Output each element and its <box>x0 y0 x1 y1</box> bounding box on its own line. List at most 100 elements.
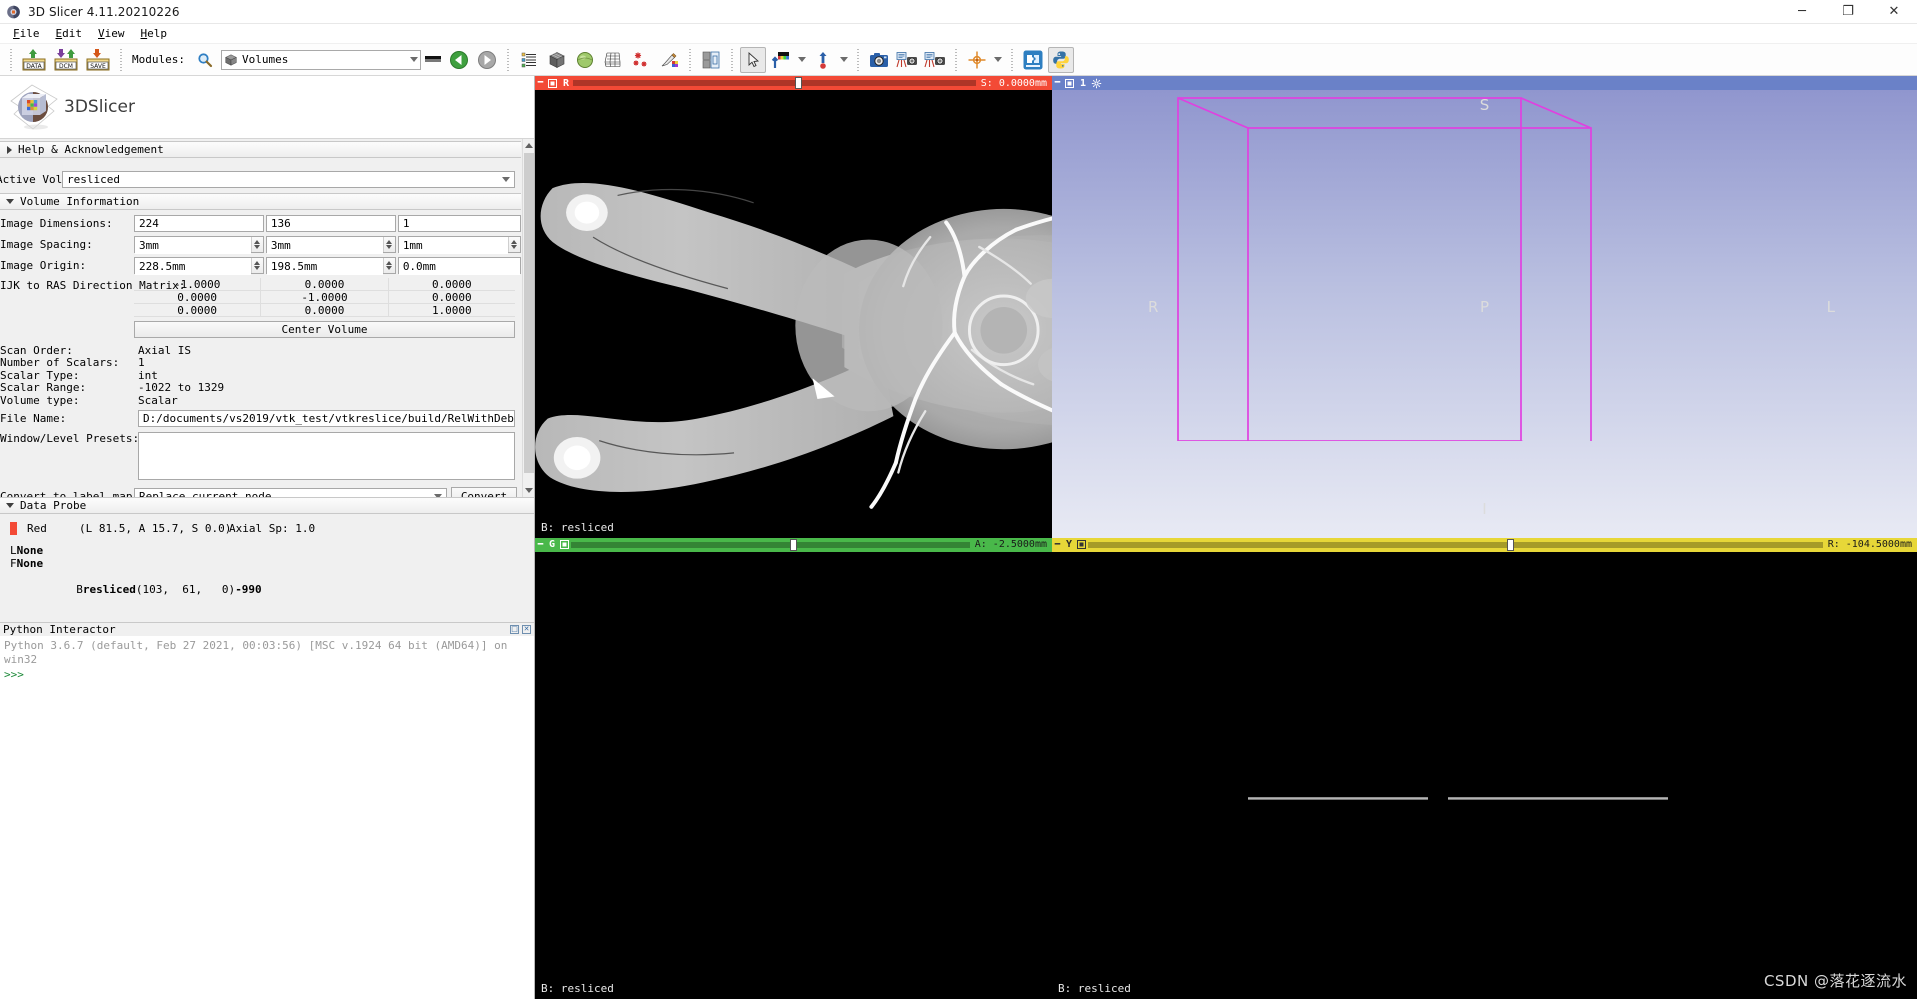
image-dimensions-y[interactable]: 136 <box>265 215 396 232</box>
image-spacing-y-stepper[interactable] <box>382 237 395 252</box>
module-history-back-button[interactable] <box>446 47 472 73</box>
matrix-cell[interactable]: 0.0000 <box>388 278 515 291</box>
segment-editor-button[interactable] <box>656 47 682 73</box>
close-panel-icon[interactable]: ✕ <box>522 624 531 634</box>
image-spacing-x-stepper[interactable] <box>250 237 263 252</box>
volume-rendering-button[interactable] <box>544 47 570 73</box>
green-slice-slider[interactable] <box>571 538 970 552</box>
help-acknowledgement-section[interactable]: Help & Acknowledgement <box>0 141 521 158</box>
maximize-view-icon[interactable] <box>546 78 559 88</box>
center-crosshair-button[interactable] <box>810 47 836 73</box>
yellow-slice-slider[interactable] <box>1088 538 1823 552</box>
image-spacing-z-wrap[interactable]: 1mm <box>397 236 521 254</box>
close-button[interactable]: ✕ <box>1871 0 1917 24</box>
stepper-down-icon <box>254 245 261 249</box>
image-spacing-z-stepper[interactable] <box>507 237 520 252</box>
module-search-icon[interactable] <box>192 47 218 73</box>
threed-view[interactable]: ━ 1 S I R L P <box>1052 76 1917 538</box>
layout-selector-button[interactable] <box>698 47 724 73</box>
convert-to-label-map-combobox[interactable]: Replace current node <box>134 487 447 497</box>
extension-manager-button[interactable] <box>1020 47 1046 73</box>
scroll-down-arrow[interactable] <box>523 483 534 497</box>
transforms-button[interactable] <box>600 47 626 73</box>
models-button[interactable] <box>572 47 598 73</box>
red-slice-view[interactable]: ━ R S: 0.0000mm B: resliced <box>535 76 1052 538</box>
maximize-view-icon[interactable] <box>1075 540 1088 549</box>
crosshair-button[interactable] <box>964 47 990 73</box>
crosshair-dropdown[interactable] <box>991 57 1005 62</box>
module-selector-combobox[interactable]: Volumes <box>220 49 421 70</box>
menu-help[interactable]: Help <box>133 26 176 41</box>
slider-handle[interactable] <box>794 77 802 89</box>
matrix-cell[interactable]: 0.0000 <box>388 291 515 304</box>
maximize-view-icon[interactable] <box>558 540 571 549</box>
yellow-slice-view[interactable]: ━ Y R: -104.5000mm B: resliced CSDN @落花逐… <box>1052 537 1917 999</box>
matrix-cell[interactable]: 0.0000 <box>134 291 262 304</box>
pin-icon[interactable]: ━ <box>1052 540 1063 550</box>
load-data-button[interactable]: DATA <box>19 47 49 73</box>
toolbar-separator-4 <box>688 48 691 71</box>
module-favorites-button[interactable] <box>422 47 444 73</box>
image-spacing-x-wrap[interactable]: 3mm <box>134 236 264 254</box>
image-origin-y-wrap[interactable]: 198.5mm <box>265 257 396 275</box>
scene-views-restore-button[interactable] <box>922 47 948 73</box>
menu-view[interactable]: View <box>90 26 133 41</box>
mouse-mode-pointer-button[interactable] <box>739 46 766 73</box>
image-spacing-y-wrap[interactable]: 3mm <box>265 236 396 254</box>
markups-button[interactable] <box>628 47 654 73</box>
slider-handle[interactable] <box>1506 538 1514 551</box>
convert-button[interactable]: Convert <box>451 487 517 497</box>
volume-information-section[interactable]: Volume Information <box>0 193 521 210</box>
image-origin-x-stepper[interactable] <box>250 258 263 273</box>
active-volume-row: Active Volume resliced <box>0 168 521 190</box>
module-history-forward-button[interactable] <box>474 47 500 73</box>
image-dimensions-z[interactable]: 1 <box>397 215 521 232</box>
matrix-cell[interactable]: 1.0000 <box>388 304 515 317</box>
image-spacing-z[interactable]: 1mm <box>398 237 508 254</box>
show-foreground-colors-button[interactable] <box>768 47 794 73</box>
matrix-cell[interactable]: 0.0000 <box>261 304 389 317</box>
image-origin-y[interactable]: 198.5mm <box>266 258 383 275</box>
center-volume-button[interactable]: Center Volume <box>134 321 515 338</box>
foreground-colors-dropdown[interactable] <box>795 57 809 62</box>
save-data-button[interactable]: SAVE <box>83 47 113 73</box>
restore-window-icon[interactable]: □ <box>510 624 519 634</box>
pin-icon[interactable]: ━ <box>535 78 546 88</box>
subject-hierarchy-button[interactable] <box>516 47 542 73</box>
scrollbar-thumb[interactable] <box>524 153 534 473</box>
image-origin-z[interactable]: 0.0mm <box>398 258 520 275</box>
matrix-cell[interactable]: 0.0000 <box>261 278 389 291</box>
image-origin-y-stepper[interactable] <box>382 258 395 273</box>
menu-edit[interactable]: Edit <box>48 26 91 41</box>
python-console[interactable]: Python 3.6.7 (default, Feb 27 2021, 00:0… <box>0 635 534 999</box>
matrix-cell[interactable]: -1.0000 <box>261 291 389 304</box>
matrix-cell[interactable]: 0.0000 <box>134 304 262 317</box>
image-dimensions-x[interactable]: 224 <box>134 215 264 232</box>
image-origin-x[interactable]: 228.5mm <box>135 258 251 275</box>
module-panel-scrollbar[interactable] <box>522 139 534 497</box>
pin-icon[interactable]: ━ <box>535 540 546 550</box>
red-slice-slider[interactable] <box>573 76 976 90</box>
modules-label: Modules: <box>132 53 185 66</box>
image-spacing-y[interactable]: 3mm <box>266 237 383 254</box>
minimize-button[interactable]: ─ <box>1779 0 1825 24</box>
image-origin-z-wrap[interactable]: 0.0mm <box>397 257 521 275</box>
screenshot-button[interactable] <box>866 47 892 73</box>
green-slice-view[interactable]: ━ G A: -2.5000mm B: resliced <box>535 537 1052 999</box>
menu-file[interactable]: File <box>5 26 48 41</box>
center-crosshair-dropdown[interactable] <box>837 57 851 62</box>
window-level-presets-box[interactable] <box>138 431 515 480</box>
active-volume-combobox[interactable]: resliced <box>62 170 515 188</box>
file-name-value[interactable]: D:/documents/vs2019/vtk_test/vtkreslice/… <box>138 410 515 427</box>
image-origin-x-wrap[interactable]: 228.5mm <box>134 257 264 275</box>
scroll-up-arrow[interactable] <box>523 139 534 152</box>
image-spacing-x[interactable]: 3mm <box>135 237 251 254</box>
load-dicom-button[interactable]: DCM <box>51 47 81 73</box>
python-interactor-button[interactable] <box>1047 46 1074 73</box>
slider-handle[interactable] <box>790 538 798 551</box>
data-probe-section[interactable]: Data Probe <box>0 496 534 514</box>
matrix-cell[interactable]: -1.0000 <box>134 278 262 291</box>
scene-views-capture-button[interactable] <box>894 47 920 73</box>
python-prompt[interactable]: >>> <box>4 668 530 683</box>
maximize-button[interactable]: ❐ <box>1825 0 1871 24</box>
